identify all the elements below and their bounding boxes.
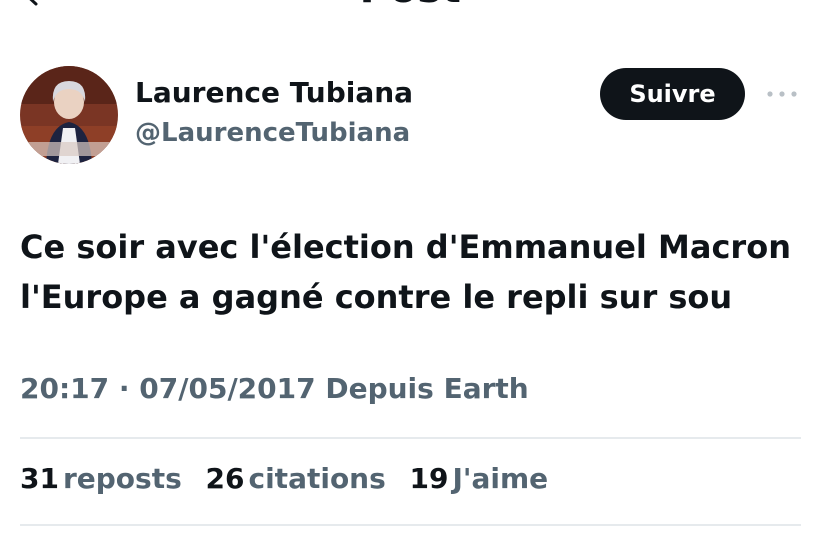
likes-label: J'aime	[452, 462, 549, 495]
engagement-stats: 31 reposts 26 citations 19 J'aime	[20, 462, 562, 495]
reposts-stat[interactable]: 31 reposts	[20, 462, 182, 495]
tweet-text-line: Ce soir avec l'élection d'Emmanuel Macro…	[20, 228, 791, 266]
citations-count: 26	[205, 462, 245, 495]
likes-count: 19	[409, 462, 449, 495]
citations-stat[interactable]: 26 citations	[206, 462, 386, 495]
page-title: Post	[0, 0, 821, 12]
tweet-metadata: 20:17 · 07/05/2017 Depuis Earth	[20, 372, 529, 405]
likes-stat[interactable]: 19 J'aime	[410, 462, 549, 495]
post-time[interactable]: 20:17	[20, 372, 109, 405]
meta-separator: ·	[118, 372, 130, 405]
divider	[20, 524, 801, 526]
tweet-text-line: l'Europe a gagné contre le repli sur sou	[20, 278, 733, 316]
display-name[interactable]: Laurence Tubiana	[135, 76, 413, 109]
more-options-icon[interactable]	[764, 86, 800, 102]
tweet-text: Ce soir avec l'élection d'Emmanuel Macro…	[20, 222, 810, 322]
user-handle[interactable]: @LaurenceTubiana	[135, 118, 410, 148]
citations-label: citations	[248, 462, 386, 495]
post-date[interactable]: 07/05/2017	[139, 372, 315, 405]
reposts-label: reposts	[62, 462, 182, 495]
top-bar: Post	[0, 0, 821, 12]
follow-button[interactable]: Suivre	[600, 68, 745, 120]
reposts-count: 31	[20, 462, 59, 495]
divider	[20, 437, 801, 439]
avatar[interactable]	[20, 66, 118, 164]
post-source: Depuis Earth	[325, 372, 529, 405]
